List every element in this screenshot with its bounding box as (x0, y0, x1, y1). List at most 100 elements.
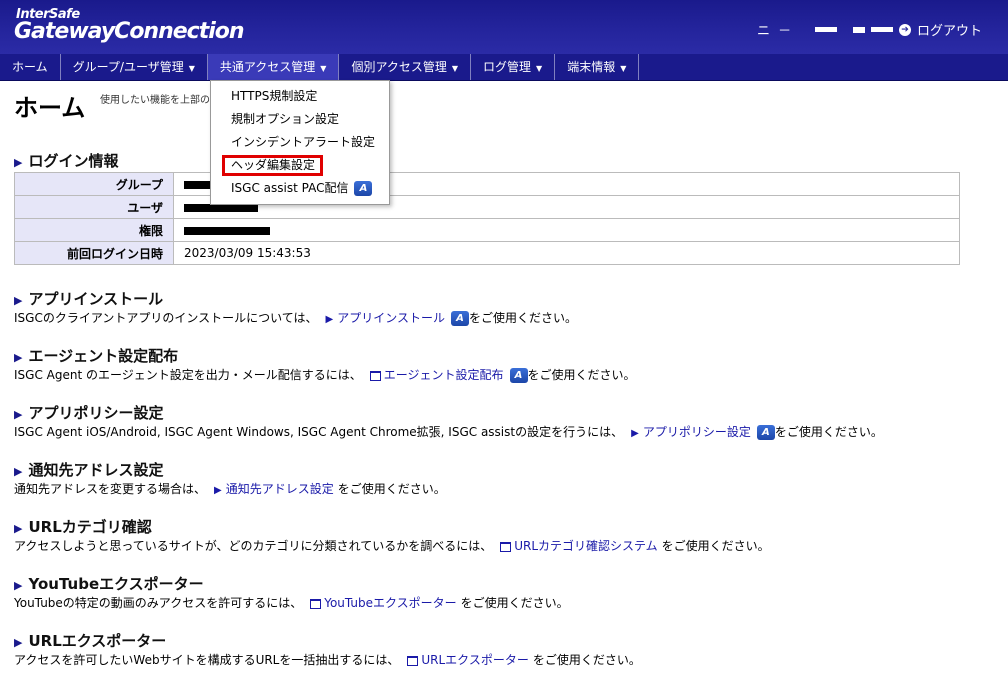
table-row: グループ (14, 172, 960, 196)
new-window-icon (369, 370, 381, 381)
menu-item-assist-pac[interactable]: ISGC assist PAC配信 A (211, 177, 389, 200)
logout-link[interactable]: ログアウト (917, 20, 982, 39)
row-value: 2023/03/09 15:43:53 (173, 241, 960, 265)
section-pre-text: ISGC Agent のエージェント設定を出力・メール配信するには、 (14, 368, 362, 382)
login-info-table: グループ ユーザ 権限 前回ログイン日時 2023/03/09 15:43:53 (14, 172, 960, 265)
heading-text: アプリポリシー設定 (28, 404, 164, 422)
notify-address-link[interactable]: 通知先アドレス設定 (226, 482, 334, 496)
page-title: ホーム (14, 94, 86, 122)
nav-group-user[interactable]: グループ/ユーザ管理 ▼ (61, 54, 208, 80)
nav-label: ホーム (12, 60, 48, 74)
nav-label: 端末情報 (567, 60, 616, 74)
triangle-right-icon: ▶ (14, 408, 23, 421)
logo-main-text: GatewayConnection (14, 19, 245, 44)
section-text: アクセスしようと思っているサイトが、どのカテゴリに分類されているかを調べるには、… (14, 537, 770, 554)
menu-item-restriction-option[interactable]: 規制オプション設定 (211, 108, 389, 131)
section-text: ISGCのクライアントアプリのインストールについては、 ▶ アプリインストール A をご… (14, 309, 577, 326)
nav-label: 共通アクセス管理 (219, 60, 316, 74)
section-post-text: をご使用ください。 (532, 653, 641, 667)
agent-config-link[interactable]: エージェント設定配布 (384, 368, 504, 382)
heading-text: YouTubeエクスポーター (28, 575, 204, 593)
new-window-icon (500, 541, 512, 552)
row-label: グループ (14, 172, 174, 196)
section-post-text: をご使用ください。 (774, 425, 883, 439)
triangle-right-icon: ▶ (14, 579, 23, 592)
triangle-right-icon: ▶ (14, 522, 23, 535)
section-heading: ▶ エージェント設定配布 (14, 345, 178, 366)
section-heading: ▶ アプリポリシー設定 (14, 402, 163, 423)
heading-text: ログイン情報 (28, 152, 119, 170)
heading-text: URLエクスポーター (28, 632, 167, 650)
new-window-icon (310, 598, 322, 609)
url-category-link[interactable]: URLカテゴリ確認システム (514, 539, 657, 553)
section-pre-text: 通知先アドレスを変更する場合は、 (14, 482, 207, 496)
url-exporter-link[interactable]: URLエクスポーター (421, 653, 528, 667)
header-right: ➔ ログアウト (814, 20, 982, 39)
redacted-user-bar (852, 26, 865, 33)
isgc-app-icon: A (509, 368, 528, 383)
section-heading: ▶ URLカテゴリ確認 (14, 516, 152, 537)
common-access-dropdown: HTTPS規制設定 規制オプション設定 インシデントアラート設定 ヘッダ編集設定… (210, 80, 390, 205)
page-description: 使用したい機能を上部のメ (100, 95, 220, 106)
menu-item-https[interactable]: HTTPS規制設定 (211, 85, 389, 108)
app-install-link[interactable]: アプリインストール (337, 311, 445, 325)
row-label: 前回ログイン日時 (14, 241, 174, 265)
section-heading: ▶ 通知先アドレス設定 (14, 459, 163, 480)
chevron-down-icon: ▼ (620, 64, 627, 73)
row-label: 権限 (14, 218, 174, 242)
login-info-heading: ▶ ログイン情報 (14, 150, 118, 171)
menu-item-incident-alert[interactable]: インシデントアラート設定 (211, 131, 389, 154)
isgc-app-icon: A (756, 425, 775, 440)
heading-text: 通知先アドレス設定 (28, 461, 164, 479)
section-post-text: をご使用ください。 (469, 311, 578, 325)
table-row: 前回ログイン日時 2023/03/09 15:43:53 (14, 241, 960, 265)
youtube-exporter-link[interactable]: YouTubeエクスポーター (324, 596, 456, 610)
isgc-app-icon: A (354, 181, 373, 196)
isgc-app-icon: A (451, 311, 469, 326)
app-policy-link[interactable]: アプリポリシー設定 (643, 425, 751, 439)
section-post-text: をご使用ください。 (460, 596, 569, 610)
section-text: ISGC Agent のエージェント設定を出力・メール配信するには、 エージェント… (14, 366, 636, 383)
redacted-value (184, 226, 270, 235)
arrow-right-icon: ▶ (214, 485, 222, 496)
section-post-text: をご使用ください。 (527, 368, 636, 382)
app-header: InterSafe GatewayConnection ニ － ➔ ログアウト (0, 0, 1008, 54)
section-pre-text: アクセスを許可したいWebサイトを構成するURLを一括抽出するには、 (14, 653, 400, 667)
menu-item-label: ヘッダ編集設定 (222, 155, 324, 176)
header-user-text: ニ － (757, 24, 794, 39)
menu-item-header-edit[interactable]: ヘッダ編集設定 (211, 154, 389, 177)
section-pre-text: YouTubeの特定の動画のみアクセスを許可するには、 (14, 596, 303, 610)
nav-device-info[interactable]: 端末情報 ▼ (555, 54, 640, 80)
nav-label: グループ/ユーザ管理 (72, 60, 184, 74)
arrow-right-icon: ▶ (631, 428, 639, 439)
heading-text: URLカテゴリ確認 (28, 518, 152, 536)
triangle-right-icon: ▶ (14, 156, 23, 169)
section-text: YouTubeの特定の動画のみアクセスを許可するには、 YouTubeエクスポータ… (14, 594, 569, 611)
menu-item-label: インシデントアラート設定 (231, 135, 376, 149)
nav-individual-access[interactable]: 個別アクセス管理 ▼ (339, 54, 472, 80)
triangle-right-icon: ▶ (14, 351, 23, 364)
menu-item-label: ISGC assist PAC配信 (231, 181, 349, 195)
section-pre-text: ISGCのクライアントアプリのインストールについては、 (14, 311, 318, 325)
logout-icon[interactable]: ➔ (898, 23, 911, 36)
nav-home[interactable]: ホーム (0, 54, 61, 80)
new-window-icon (407, 655, 419, 666)
chevron-down-icon: ▼ (320, 64, 327, 73)
row-value (173, 218, 960, 242)
heading-text: アプリインストール (28, 290, 164, 308)
arrow-right-icon: ▶ (325, 314, 334, 325)
redacted-user-bar (870, 27, 893, 32)
menu-item-label: HTTPS規制設定 (231, 89, 318, 103)
section-text: ISGC Agent iOS/Android, ISGC Agent Windo… (14, 423, 883, 440)
redacted-user-bar (814, 27, 837, 32)
section-post-text: をご使用ください。 (661, 539, 770, 553)
nav-common-access[interactable]: 共通アクセス管理 ▼ (207, 54, 340, 80)
heading-text: エージェント設定配布 (28, 347, 179, 365)
main-nav: ホーム グループ/ユーザ管理 ▼ 共通アクセス管理 ▼ 個別アクセス管理 ▼ ログ管理… (0, 54, 1008, 81)
chevron-down-icon: ▼ (451, 64, 459, 73)
row-label: ユーザ (14, 195, 174, 219)
nav-log[interactable]: ログ管理 ▼ (471, 54, 556, 80)
chevron-down-icon: ▼ (536, 64, 543, 73)
section-pre-text: アクセスしようと思っているサイトが、どのカテゴリに分類されているかを調べるには、 (14, 539, 493, 553)
table-row: ユーザ (14, 195, 960, 219)
